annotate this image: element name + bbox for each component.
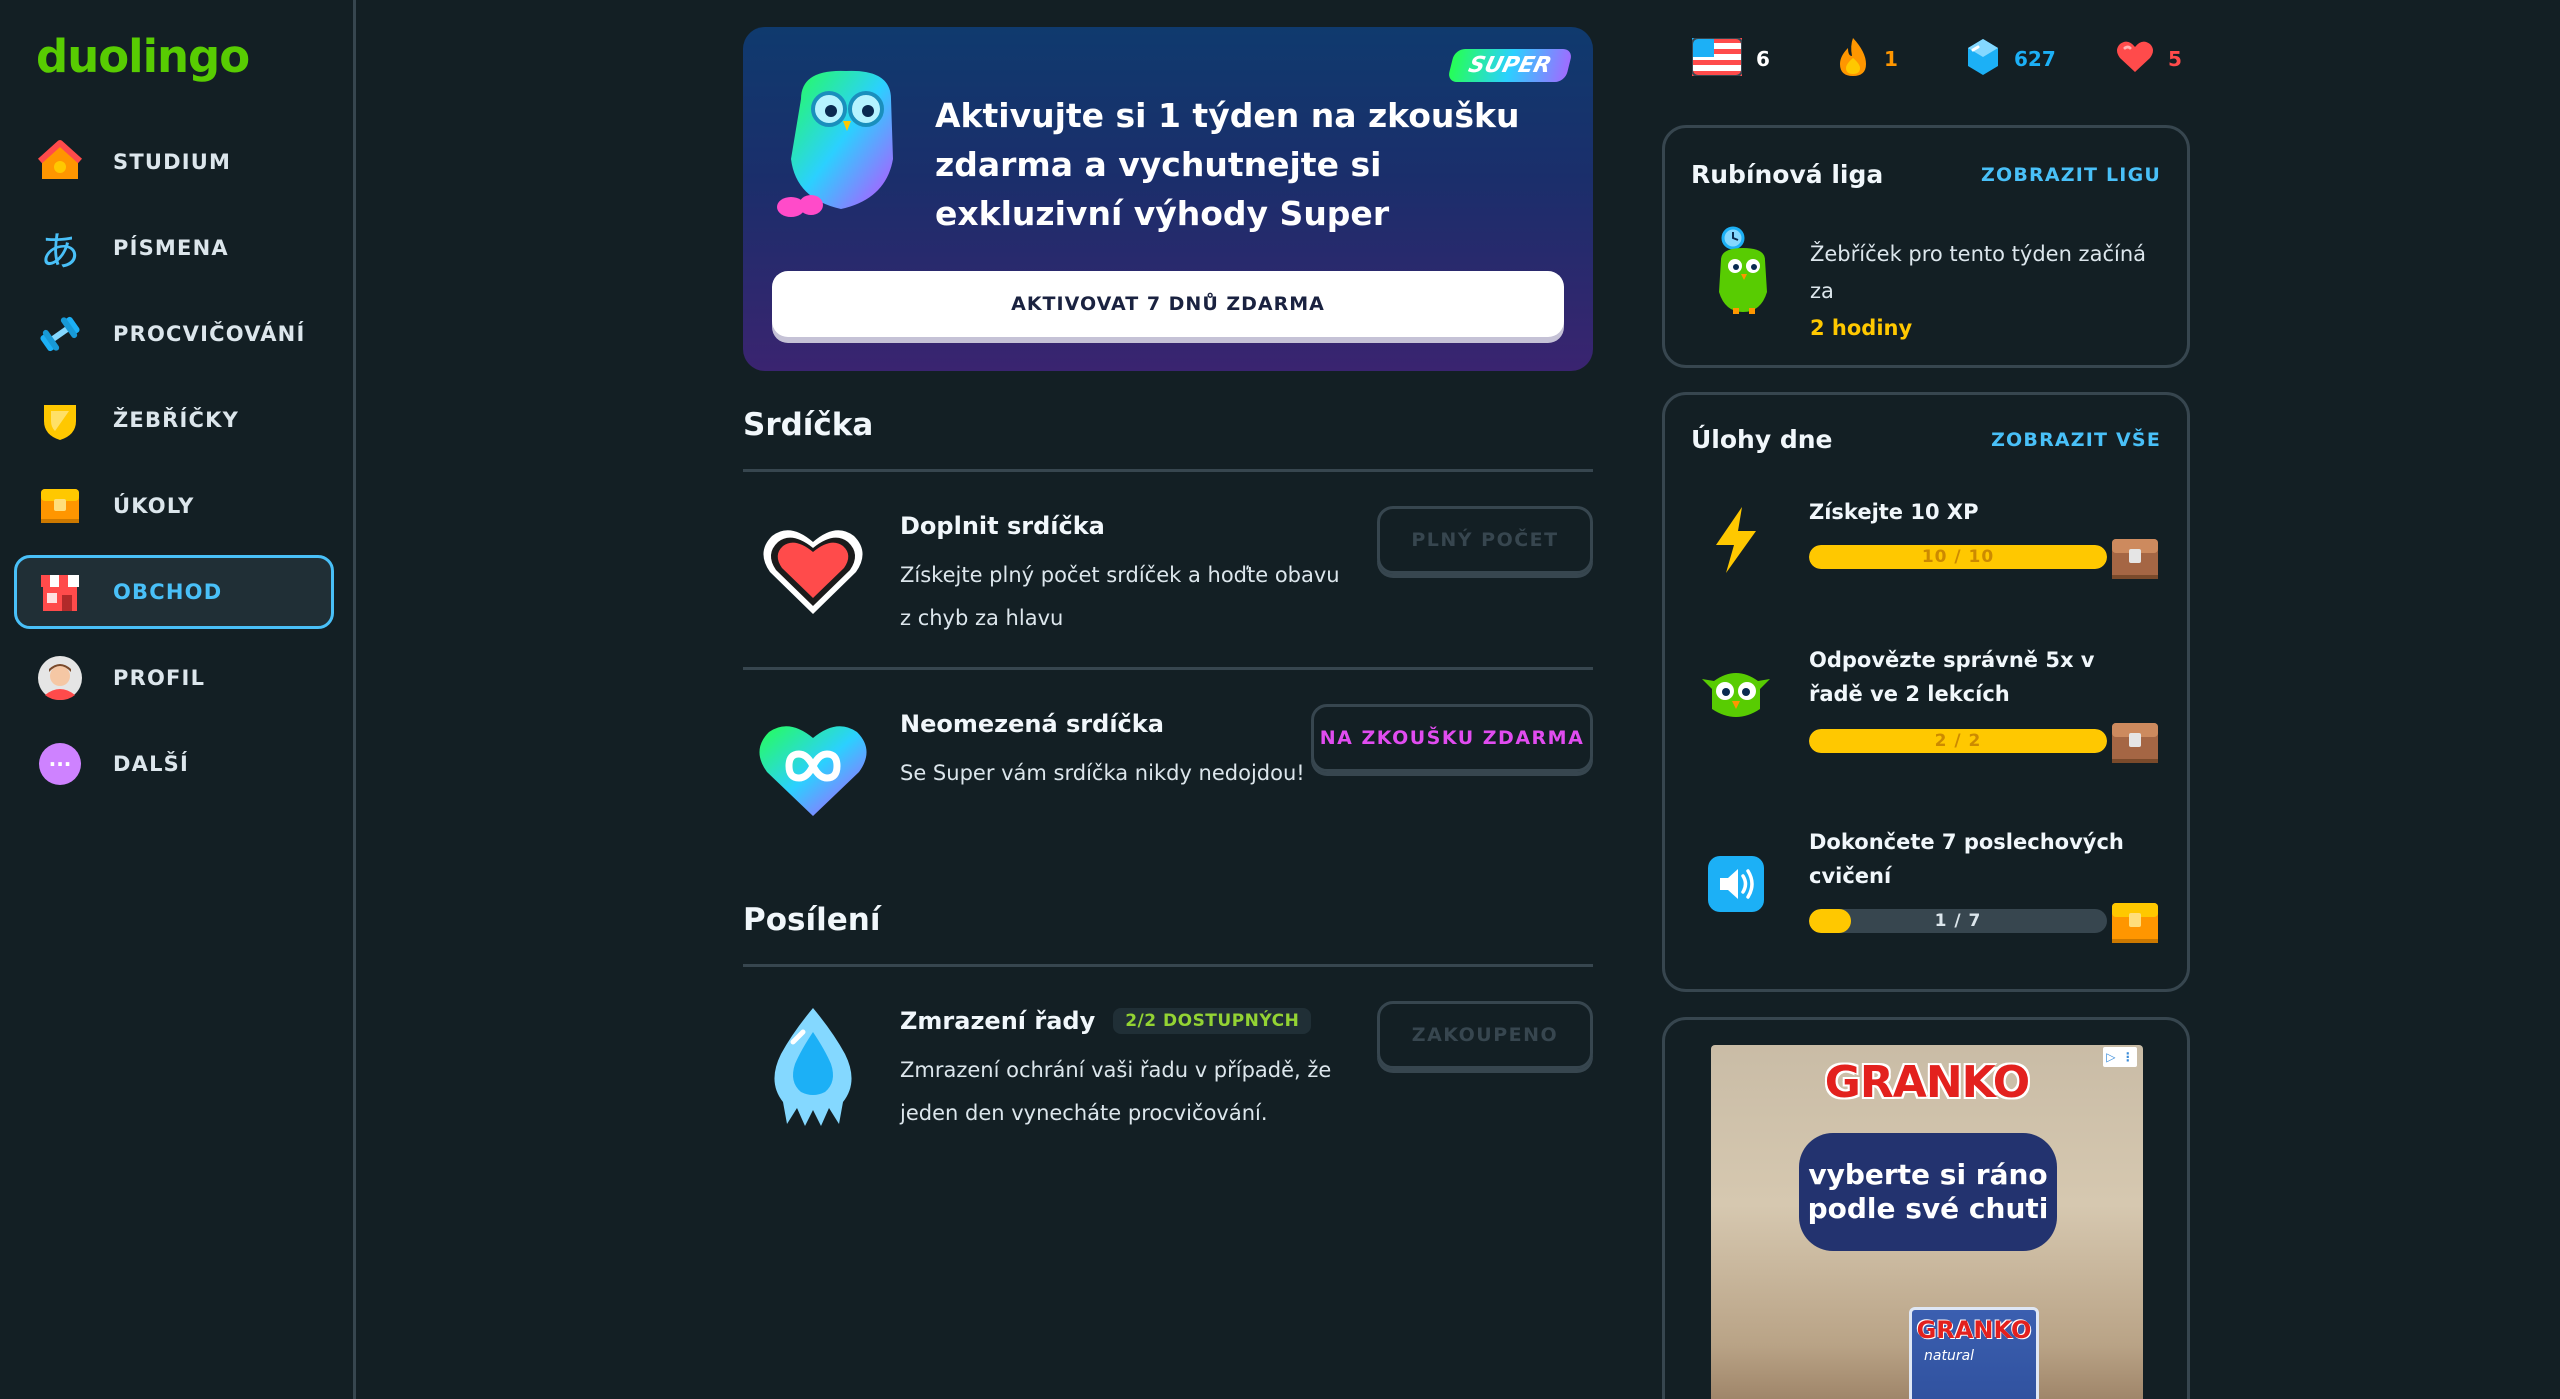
super-badge: SUPER <box>1447 49 1574 82</box>
shop-icon <box>37 569 83 615</box>
daily-quests-card: Úlohy dne ZOBRAZIT VŠE Získejte 10 XP 10… <box>1662 392 2190 992</box>
quest-progress-bar: 1 / 7 <box>1809 909 2107 933</box>
stats-bar: 6 1 627 5 <box>1676 36 2182 82</box>
gems-stat[interactable]: 627 <box>1966 36 2056 82</box>
sidebar-item-procvicovani[interactable]: PROCVIČOVÁNÍ <box>14 297 334 371</box>
progress-text: 10 / 10 <box>1921 547 1995 567</box>
sidebar-item-profil[interactable]: PROFIL <box>14 641 334 715</box>
sidebar-item-studium[interactable]: STUDIUM <box>14 125 334 199</box>
sidebar-item-ukoly[interactable]: ÚKOLY <box>14 469 334 543</box>
ad-brand: GRANKO <box>1824 1057 2030 1108</box>
quest-progress-bar: 10 / 10 <box>1809 545 2107 569</box>
flame-icon <box>1836 36 1870 82</box>
view-league-link[interactable]: ZOBRAZIT LIGU <box>1981 164 2161 186</box>
league-time: 2 hodiny <box>1810 316 1913 340</box>
league-card: Rubínová liga ZOBRAZIT LIGU Žebříček pro… <box>1662 125 2190 368</box>
ad-box-sub: natural <box>1924 1348 1975 1364</box>
reward-chest-icon <box>2109 531 2161 581</box>
quest-title: Odpovězte správně 5x v řadě ve 2 lekcích <box>1809 648 2095 706</box>
progress-text: 2 / 2 <box>1934 731 1982 751</box>
league-info: Žebříček pro tento týden začíná za 2 hod… <box>1810 236 2170 347</box>
sidebar-item-zebricky[interactable]: ŽEBŘÍČKY <box>14 383 334 457</box>
home-icon <box>37 139 83 185</box>
dumbbell-icon <box>37 311 83 357</box>
shield-icon <box>37 397 83 443</box>
gem-icon <box>1966 37 2000 81</box>
characters-icon: あ <box>40 229 80 275</box>
sidebar-item-label: ŽEBŘÍČKY <box>113 408 240 432</box>
sidebar-item-label: PROFIL <box>113 666 206 690</box>
sidebar-item-pismena[interactable]: あ PÍSMENA <box>14 211 334 285</box>
item-description: Se Super vám srdíčka nikdy nedojdou! <box>900 761 1305 785</box>
streak-freeze-icon <box>753 1007 873 1127</box>
progress-text: 1 / 7 <box>1934 911 1982 931</box>
sidebar-item-label: OBCHOD <box>113 580 223 604</box>
sidebar-item-label: PÍSMENA <box>113 236 229 260</box>
shop-item-refill-hearts: Doplnit srdíčka Získejte plný počet srdí… <box>743 472 1593 670</box>
ad-box-brand: GRANKO <box>1916 1316 2032 1344</box>
view-all-quests-link[interactable]: ZOBRAZIT VŠE <box>1991 429 2161 451</box>
owl-mascot-icon <box>1711 226 1775 320</box>
item-title-text: Zmrazení řady <box>900 1007 1096 1035</box>
item-title: Zmrazení řady 2/2 DOSTUPNÝCH <box>900 1007 1312 1035</box>
more-icon: ··· <box>37 741 83 787</box>
reward-chest-icon <box>2109 895 2161 945</box>
language-count: 6 <box>1756 47 1770 71</box>
lightning-icon <box>1691 495 1781 585</box>
super-promo-card: SUPER Aktivujte si 1 týden na zkoušku zd… <box>743 27 1593 371</box>
powerups-section-title: Posílení <box>743 902 1593 967</box>
quests-title: Úlohy dne <box>1691 425 1833 454</box>
us-flag-icon <box>1691 37 1743 80</box>
language-stat[interactable]: 6 <box>1691 36 1770 82</box>
sidebar-item-label: DALŠÍ <box>113 752 190 776</box>
sidebar-item-label: STUDIUM <box>113 150 232 174</box>
sidebar-item-label: PROCVIČOVÁNÍ <box>113 322 306 346</box>
sidebar-item-obchod[interactable]: OBCHOD <box>14 555 334 629</box>
streak-stat[interactable]: 1 <box>1836 36 1898 82</box>
league-title: Rubínová liga <box>1691 160 1884 189</box>
sidebar-nav: STUDIUM あ PÍSMENA PROCVIČOVÁNÍ ŽEBŘÍČKY … <box>14 125 334 813</box>
chest-icon <box>37 483 83 529</box>
gems-count: 627 <box>2014 47 2056 71</box>
hearts-count: 5 <box>2168 47 2182 71</box>
ad-bubble: vyberte si ráno podle své chuti <box>1799 1133 2057 1251</box>
activate-trial-button[interactable]: AKTIVOVAT 7 DNŮ ZDARMA <box>772 271 1564 337</box>
advertisement[interactable]: ▷ ⋮ GRANKO vyberte si ráno podle své chut… <box>1711 1045 2143 1399</box>
quest-progress-bar: 2 / 2 <box>1809 729 2107 753</box>
sidebar: duolingo STUDIUM あ PÍSMENA PROCVIČOVÁNÍ … <box>0 0 356 1399</box>
item-title: Neomezená srdíčka <box>900 710 1164 738</box>
full-count-button[interactable]: PLNÝ POČET <box>1377 506 1593 574</box>
league-info-text: Žebříček pro tento týden začíná za <box>1810 242 2146 303</box>
promo-title: Aktivujte si 1 týden na zkoušku zdarma a… <box>935 96 1520 233</box>
heart-icon <box>2116 40 2154 78</box>
ad-product-box: GRANKO natural <box>1909 1307 2039 1399</box>
item-description: Zmrazení ochrání vaši řadu v případě, že… <box>900 1058 1332 1125</box>
purchased-button[interactable]: ZAKOUPENO <box>1377 1001 1593 1069</box>
reward-chest-icon <box>2109 715 2161 765</box>
hearts-section-title: Srdíčka <box>743 407 1593 472</box>
item-description: Získejte plný počet srdíček a hoďte obav… <box>900 563 1340 630</box>
item-title: Doplnit srdíčka <box>900 512 1105 540</box>
super-owl-icon <box>771 59 921 233</box>
shop-main: SUPER Aktivujte si 1 týden na zkoušku zd… <box>743 27 1593 1165</box>
streak-count: 1 <box>1884 47 1898 71</box>
sidebar-item-dalsi[interactable]: ··· DALŠÍ <box>14 727 334 801</box>
sidebar-item-label: ÚKOLY <box>113 494 195 518</box>
avatar-icon <box>37 655 83 701</box>
shop-item-unlimited-hearts: Neomezená srdíčka Se Super vám srdíčka n… <box>743 670 1593 868</box>
owl-icon <box>1691 647 1781 737</box>
free-trial-button[interactable]: NA ZKOUŠKU ZDARMA <box>1311 704 1593 772</box>
quest-title: Dokončete 7 poslechových cvičení <box>1809 830 2124 888</box>
hearts-stat[interactable]: 5 <box>2116 36 2182 82</box>
ad-card: ▷ ⋮ GRANKO vyberte si ráno podle své chut… <box>1662 1017 2190 1399</box>
heart-refill-icon <box>753 512 873 632</box>
speaker-icon <box>1691 839 1781 929</box>
duolingo-logo[interactable]: duolingo <box>36 30 250 83</box>
infinite-heart-icon <box>753 710 873 830</box>
available-badge: 2/2 DOSTUPNÝCH <box>1113 1008 1312 1034</box>
quest-title: Získejte 10 XP <box>1809 500 1979 524</box>
shop-item-streak-freeze: Zmrazení řady 2/2 DOSTUPNÝCH Zmrazení och… <box>743 967 1593 1165</box>
